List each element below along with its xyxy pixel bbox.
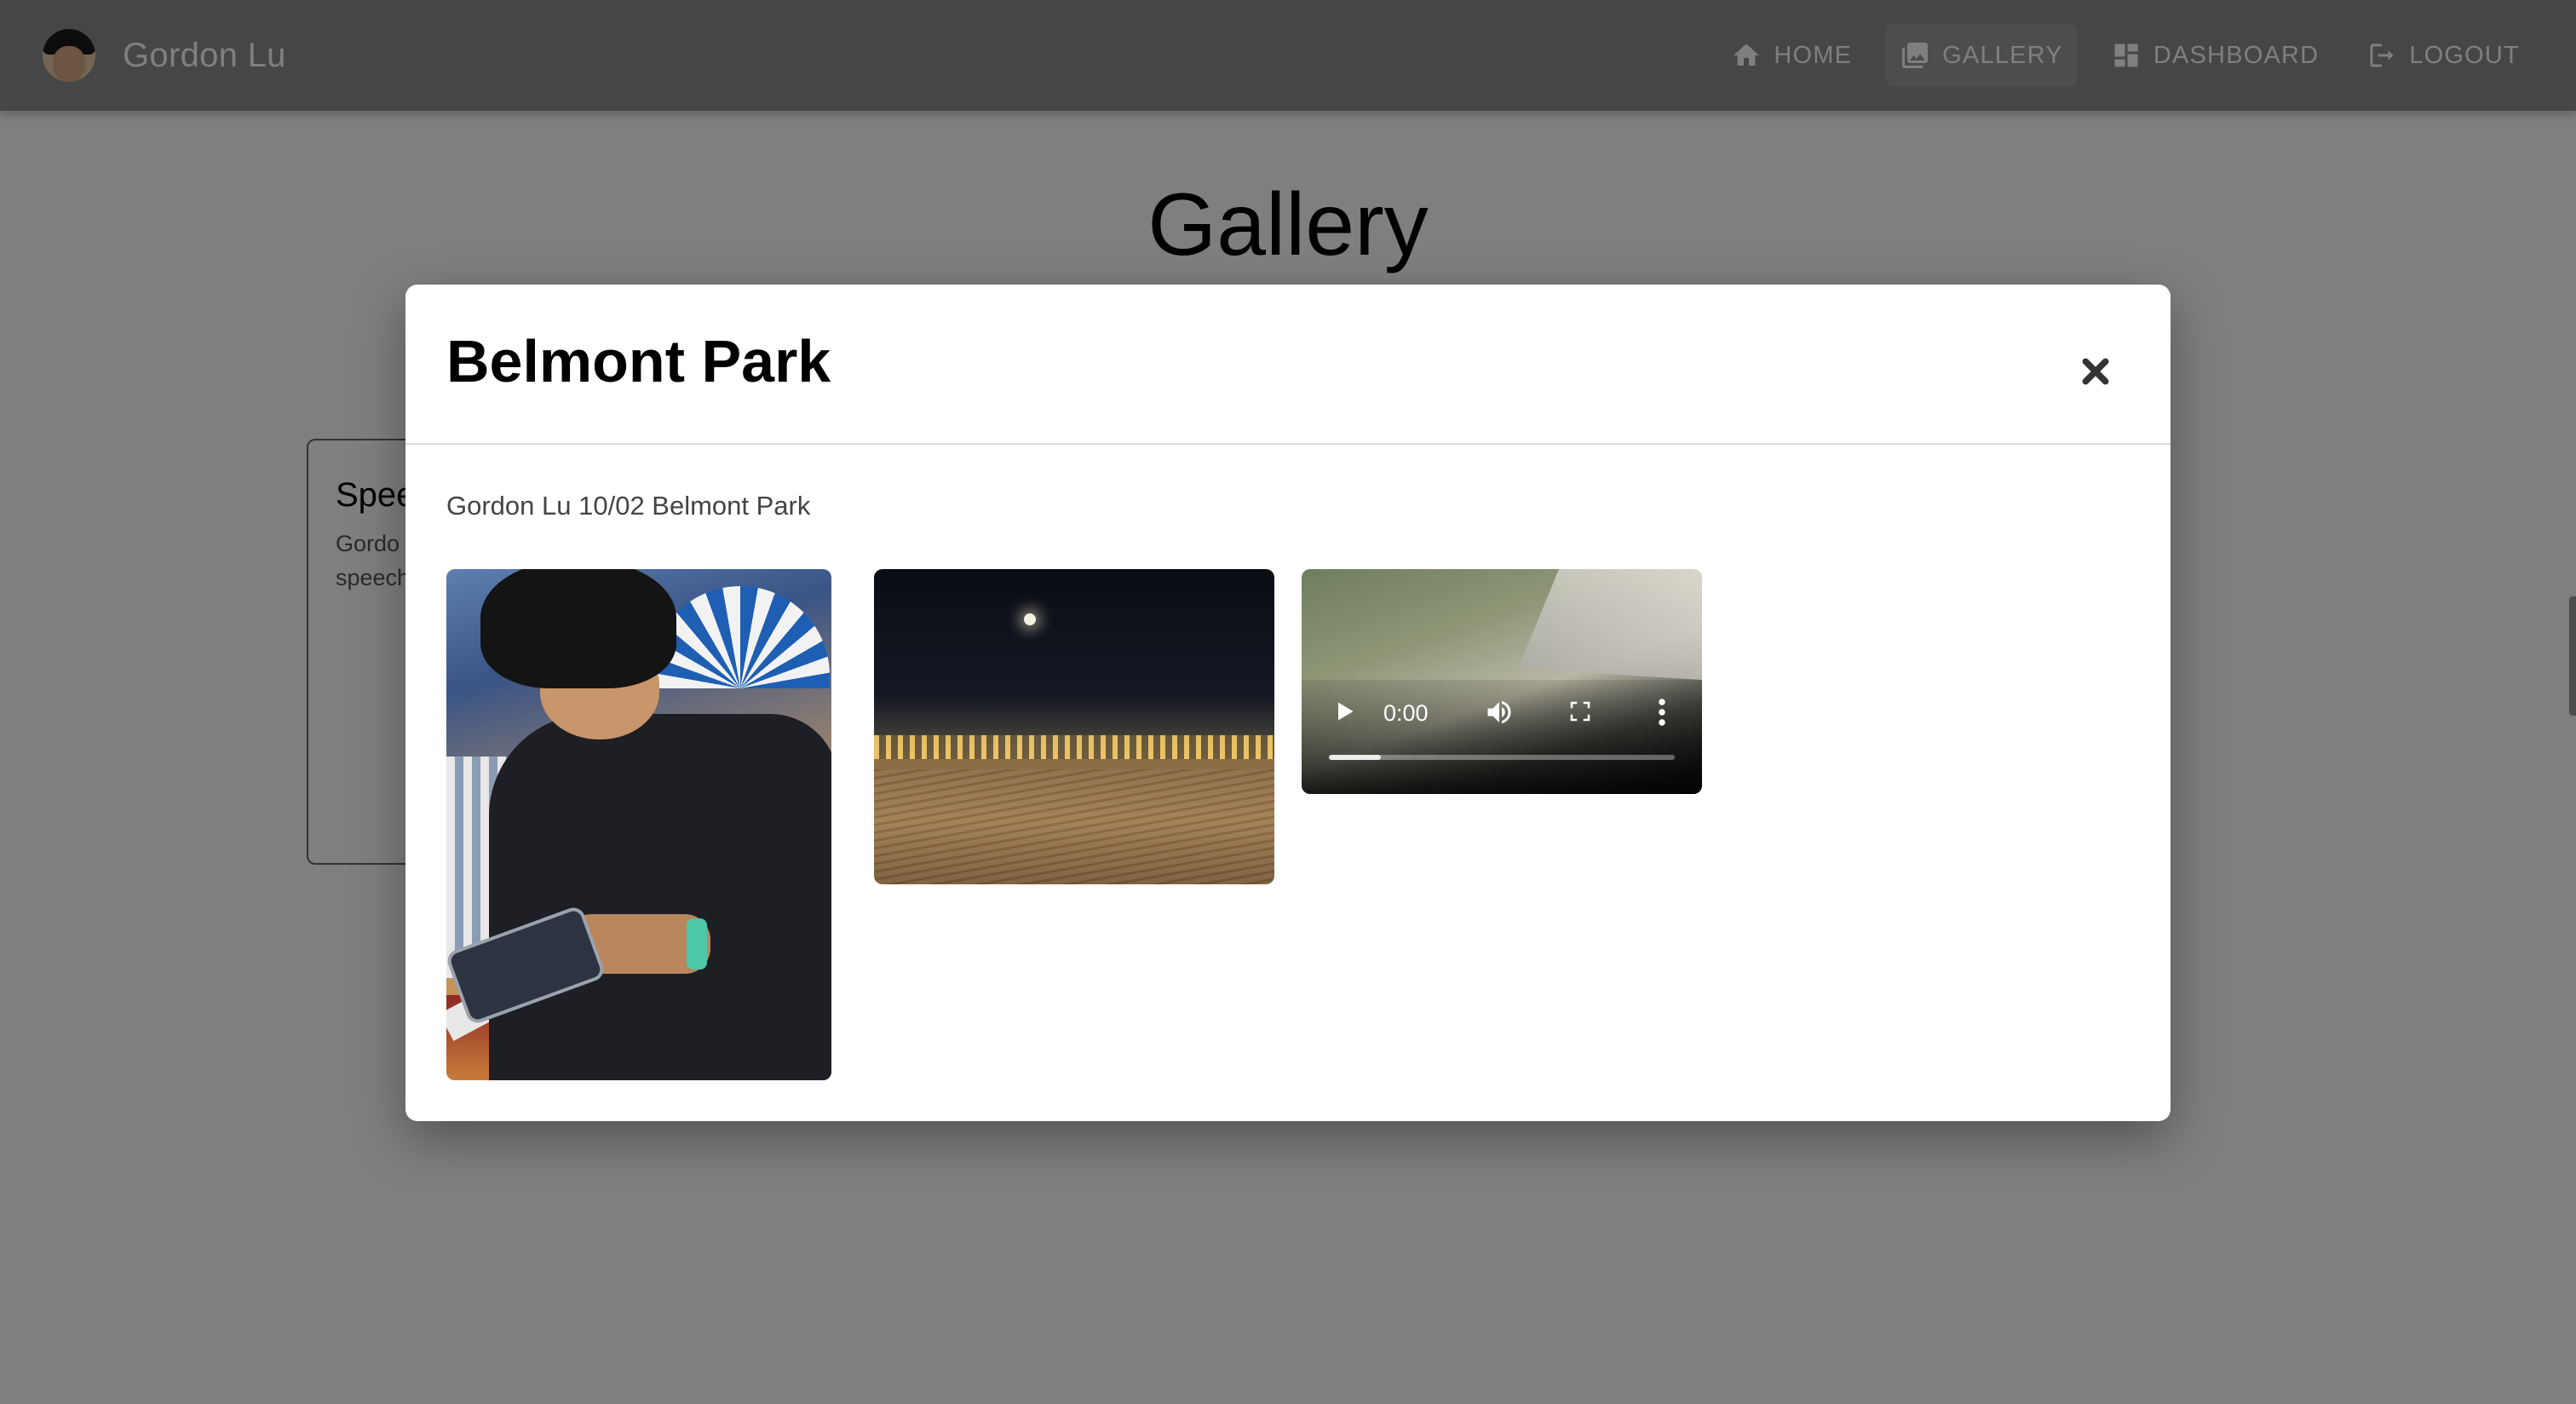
video-progress-fill [1329,755,1381,760]
more-options-icon[interactable] [1658,697,1666,728]
modal-title: Belmont Park [446,328,831,394]
modal-header: Belmont Park [405,285,2171,445]
close-button[interactable] [2077,353,2114,390]
video-progress-bar[interactable] [1329,755,1675,760]
fullscreen-icon[interactable] [1567,699,1593,724]
photo-boy-with-phone[interactable] [446,569,831,1080]
album-modal: Belmont Park Gordon Lu 10/02 Belmont Par… [405,285,2171,1121]
photo-night-beach[interactable] [874,569,1274,884]
video-player[interactable]: 0:00 [1302,569,1702,794]
play-icon[interactable] [1332,699,1356,724]
video-time: 0:00 [1383,700,1429,726]
volume-icon[interactable] [1484,697,1515,728]
close-icon [2082,358,2109,385]
album-caption: Gordon Lu 10/02 Belmont Park [446,491,811,521]
